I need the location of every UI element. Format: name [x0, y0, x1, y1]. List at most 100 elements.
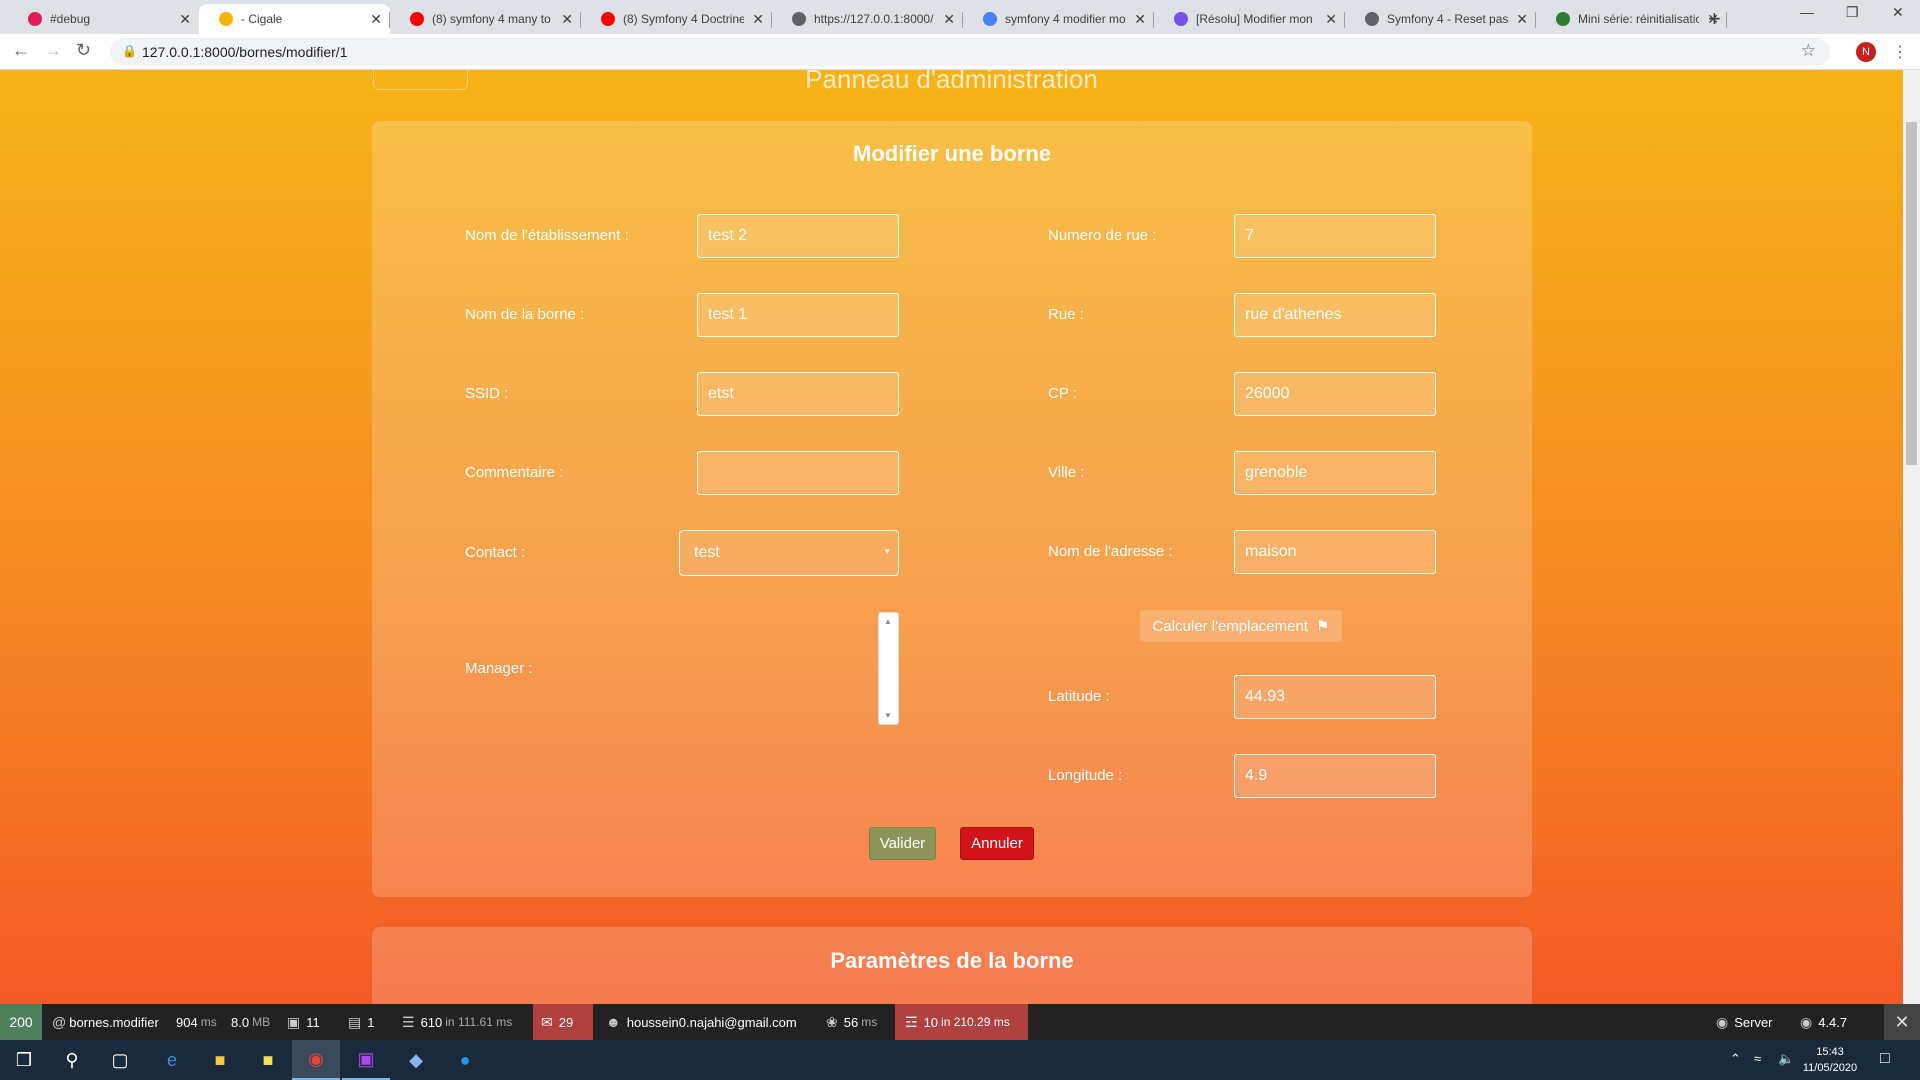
numero-rue-input[interactable]: 7	[1234, 214, 1436, 258]
browser-menu-icon[interactable]: ⋮	[1892, 42, 1908, 62]
file-explorer-icon[interactable]: ■	[196, 1040, 244, 1080]
calculer-emplacement-button[interactable]: Calculer l'emplacement ⚑	[1140, 610, 1342, 642]
chevron-down-icon: ▼	[883, 547, 891, 556]
scroll-up-icon[interactable]: ▲	[884, 617, 892, 626]
browser-tab[interactable]: #debug ✕	[8, 4, 199, 34]
browser-tab[interactable]: https://127.0.0.1:8000/ ✕	[772, 4, 963, 34]
leaf-icon	[1556, 12, 1570, 26]
ssid-input[interactable]: etst	[697, 372, 899, 416]
translation-value: 29	[558, 1014, 574, 1030]
clock-date: 11/05/2020	[1802, 1062, 1858, 1074]
chevron-up-icon[interactable]: ⌃	[1730, 1051, 1741, 1067]
clock-time: 15:43	[1816, 1046, 1844, 1058]
twig-item[interactable]: ❀ 56 ms	[826, 1004, 877, 1040]
etablissement-input[interactable]: test 2	[697, 214, 899, 258]
tab-close-icon[interactable]: ✕	[370, 11, 382, 28]
forward-icon[interactable]: →	[44, 40, 62, 61]
edit-borne-card: Modifier une borne Nom de l'établissemen…	[372, 121, 1532, 897]
user-icon: ☻	[606, 1014, 621, 1030]
latitude-input[interactable]: 44.93	[1234, 675, 1436, 719]
manager-multiselect[interactable]: ▲ ▼	[878, 612, 899, 725]
http-status-badge[interactable]: 200	[0, 1004, 42, 1040]
tab-close-icon[interactable]: ✕	[1325, 11, 1337, 28]
scrollbar-thumb[interactable]	[1906, 122, 1917, 465]
browser-tab[interactable]: (8) Symfony 4 Doctrine ✕	[581, 4, 772, 34]
edge-icon[interactable]: e	[148, 1040, 196, 1080]
rue-input[interactable]: rue d'athenes	[1234, 293, 1436, 337]
phpstorm-icon[interactable]: ▣	[342, 1040, 390, 1080]
tab-close-icon[interactable]: ✕	[179, 11, 191, 28]
chrome-icon[interactable]: ◉	[292, 1040, 340, 1080]
new-tab-button[interactable]: +	[1708, 6, 1721, 32]
nom-borne-input[interactable]: test 1	[697, 293, 899, 337]
commentaire-input[interactable]	[697, 451, 899, 495]
task-view-icon[interactable]: ▢	[96, 1040, 144, 1080]
scroll-down-icon[interactable]: ▼	[884, 711, 892, 720]
tab-close-icon[interactable]: ✕	[943, 11, 955, 28]
browser-tab[interactable]: (8) symfony 4 many to ✕	[390, 4, 581, 34]
annuler-button[interactable]: Annuler	[960, 827, 1034, 860]
tab-close-icon[interactable]: ✕	[1516, 11, 1528, 28]
search-icon[interactable]: ⚲	[48, 1040, 96, 1080]
field-label-nom-borne: Nom de la borne :	[465, 306, 585, 323]
network-icon[interactable]: ≈	[1754, 1051, 1761, 1066]
database-icon: ☲	[905, 1013, 918, 1030]
memory-item[interactable]: 8.0 MB	[231, 1004, 270, 1040]
minimize-button[interactable]: —	[1800, 4, 1814, 20]
url-text: 127.0.0.1:8000/bornes/modifier/1	[142, 44, 348, 60]
lock-icon[interactable]: 🔒	[122, 44, 137, 58]
notification-icon[interactable]: □	[1880, 1050, 1890, 1068]
tab-label: (8) Symfony 4 Doctrine	[623, 12, 744, 26]
server-item[interactable]: ◉ Server	[1716, 1004, 1773, 1040]
cache-item[interactable]: ☰ 610 in 111.61 ms	[402, 1004, 512, 1040]
server-label: Server	[1734, 1014, 1773, 1030]
time-item[interactable]: 904 ms	[176, 1004, 217, 1040]
docker-icon[interactable]: ●	[441, 1040, 489, 1080]
db-detail: in 210.29 ms	[941, 1015, 1010, 1029]
cp-input[interactable]: 26000	[1234, 372, 1436, 416]
translation-item[interactable]: ✉ 29	[533, 1004, 593, 1040]
profile-avatar[interactable]: N	[1856, 42, 1876, 62]
forms-item[interactable]: ▣ 11	[287, 1004, 320, 1040]
tab-close-icon[interactable]: ✕	[752, 11, 764, 28]
version-item[interactable]: ◉ 4.4.7	[1800, 1004, 1847, 1040]
map-pin-icon: ⚑	[1315, 618, 1330, 635]
browser-tab[interactable]: Symfony 4 - Reset pass ✕	[1345, 4, 1536, 34]
tab-close-icon[interactable]: ✕	[561, 11, 573, 28]
sticky-notes-icon[interactable]: ■	[244, 1040, 292, 1080]
windows-start-icon[interactable]: ❒	[0, 1040, 48, 1080]
browser-tab[interactable]: symfony 4 modifier mo ✕	[963, 4, 1154, 34]
browser-tab[interactable]: - Cigale ✕	[199, 4, 390, 34]
taskbar-clock[interactable]: 15:43 11/05/2020	[1800, 1044, 1860, 1076]
route-item[interactable]: @ bornes.modifier	[52, 1004, 159, 1040]
valider-button[interactable]: Valider	[869, 827, 936, 860]
restore-button[interactable]: ❐	[1846, 4, 1859, 21]
tab-separator	[1726, 12, 1727, 28]
browser-tab[interactable]: Mini série: réinitialisatio ✕	[1536, 4, 1727, 34]
windows-taskbar: ❒ ⚲ ▢ e ■ ■ ◉ ▣ ◆ ● ⌃ ≈ 🔈 15:43 11/05/20…	[0, 1040, 1920, 1080]
field-label-manager: Manager :	[465, 660, 533, 677]
close-toolbar-icon[interactable]: ✕	[1884, 1004, 1920, 1040]
longitude-input[interactable]: 4.9	[1234, 754, 1436, 798]
bookmark-star-icon[interactable]: ☆	[1801, 41, 1816, 61]
memory-unit: MB	[252, 1015, 271, 1029]
paint-icon[interactable]: ◆	[392, 1040, 440, 1080]
database-item[interactable]: ☲ 10 in 210.29 ms	[895, 1004, 1028, 1040]
ville-input[interactable]: grenoble	[1234, 451, 1436, 495]
close-window-button[interactable]: ✕	[1892, 4, 1904, 21]
slack-icon	[28, 12, 42, 26]
nom-adresse-input[interactable]: maison	[1234, 530, 1436, 574]
page-content: Panneau d'administration Modifier une bo…	[0, 70, 1903, 1004]
volume-muted-icon[interactable]: 🔈	[1778, 1051, 1794, 1067]
symfony-logo-icon: ◉	[1800, 1013, 1813, 1030]
logs-item[interactable]: ▤ 1	[348, 1004, 374, 1040]
reload-icon[interactable]: ↻	[76, 40, 91, 61]
contact-select[interactable]: test ▼	[679, 530, 899, 576]
back-icon[interactable]: ←	[12, 40, 30, 61]
user-item[interactable]: ☻ houssein0.najahi@gmail.com	[606, 1004, 797, 1040]
symfony-icon: ◉	[1716, 1013, 1729, 1030]
address-bar[interactable]: 🔒 127.0.0.1:8000/bornes/modifier/1 ☆	[110, 38, 1830, 66]
route-name: bornes.modifier	[69, 1014, 159, 1030]
tab-close-icon[interactable]: ✕	[1134, 11, 1146, 28]
browser-tab[interactable]: [Résolu] Modifier mon ✕	[1154, 4, 1345, 34]
